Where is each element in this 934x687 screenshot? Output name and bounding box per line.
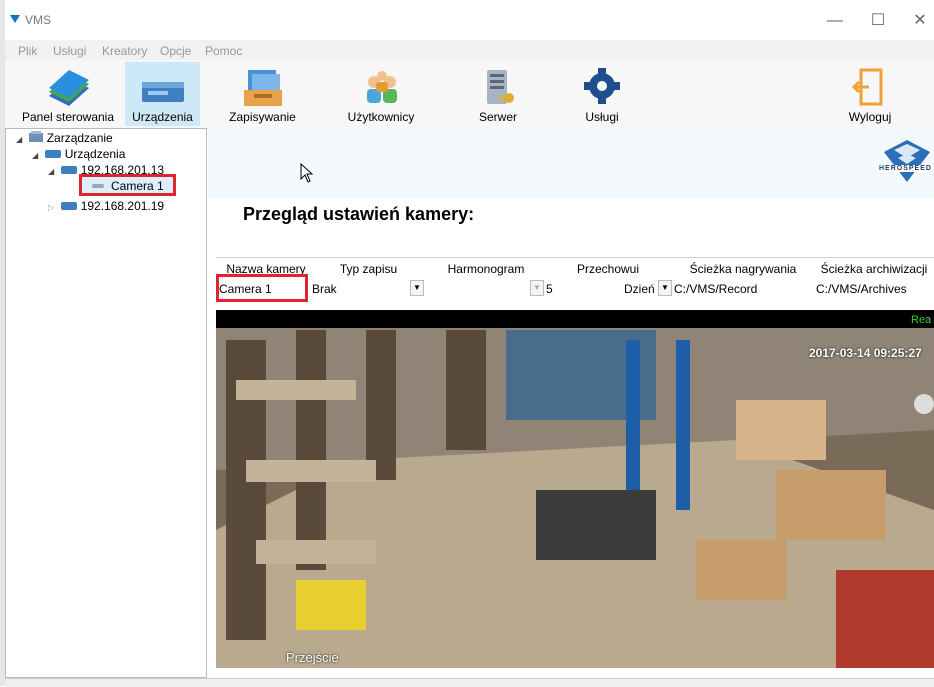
header-band [208,128,934,198]
camera-settings-grid: Nazwa kamery Typ zapisu Harmonogram Prze… [216,257,934,302]
toolbar-urzadzenia[interactable]: Urządzenia [125,62,200,126]
herospeed-logo-icon [884,140,930,182]
logout-button[interactable]: Wyloguj [840,62,900,126]
nvr-icon [61,202,78,210]
device-group-icon [45,150,62,158]
minimize-button[interactable]: — [815,6,855,36]
col-header-harmonogram[interactable]: Harmonogram [426,262,546,276]
toolbar-label: Serwer [478,110,517,124]
record-path-value[interactable]: C:/VMS/Record [674,282,757,296]
app-logo-icon [10,15,20,23]
tree-item-label: Zarządzanie [46,131,113,145]
tree-item-zarzadzanie[interactable]: ◢ Zarządzanie [16,131,113,145]
device-tree: ◢ Zarządzanie ◢ Urządzenia ◢ 192.168.201… [5,128,207,678]
expand-caret-icon[interactable]: ◢ [32,151,42,160]
tree-item-camera-1[interactable]: Camera 1 [79,174,176,196]
tree-item-label: Camera 1 [111,179,164,193]
camera-icon [92,184,104,188]
toolbar-label: Zapisywanie [229,110,296,124]
tree-item-urzadzenia[interactable]: ◢ Urządzenia [32,147,125,161]
collapsed-caret-icon[interactable]: ▷ [48,203,58,212]
toolbar-uslugi[interactable]: Usługi [567,62,637,126]
menu-pomoc[interactable]: Pomoc [205,44,242,58]
recording-storage-icon [243,70,282,106]
window-title: VMS [25,13,52,27]
retention-unit-value[interactable]: Dzień [624,282,655,296]
video-overlay-label: Przejście [286,650,339,665]
col-header-sciezka-archiwizacji[interactable]: Ścieżka archiwizacji [814,262,934,276]
management-icon [29,131,44,142]
section-title: Przegląd ustawień kamery: [243,204,475,224]
retention-unit-dropdown-icon[interactable]: ▼ [658,280,672,296]
schedule-dropdown-icon[interactable]: ▼ [530,280,544,296]
camera-name-value: Camera 1 [219,282,272,296]
menu-plik[interactable]: Plik [18,44,37,58]
toolbar-label: Wyloguj [848,110,892,124]
live-indicator: Rea [911,314,932,326]
menu-kreatory[interactable]: Kreatory [102,44,147,58]
books-icon [49,70,89,106]
video-timestamp: 2017-03-14 09:25:27 [809,346,922,360]
gear-icon [584,68,620,104]
toolbar-label: Usługi [585,110,619,124]
toolbar-uzytkownicy[interactable]: Użytkownicy [336,62,426,126]
toolbar-label: Panel sterowania [21,110,115,124]
toolbar-zapisywanie[interactable]: Zapisywanie [225,62,300,126]
retention-value[interactable]: 5 [546,282,553,296]
record-type-dropdown-icon[interactable]: ▼ [410,280,424,296]
record-type-value[interactable]: Brak [312,282,337,296]
expand-caret-icon[interactable]: ◢ [48,167,58,176]
title-bar [5,0,934,40]
expand-caret-icon[interactable]: ◢ [16,135,26,144]
nvr-icon [61,166,78,174]
close-button[interactable]: ✕ [900,6,934,36]
camera-frame-image [216,310,934,668]
archive-path-value[interactable]: C:/VMS/Archives [816,282,907,296]
menu-opcje[interactable]: Opcje [160,44,191,58]
mouse-cursor-icon [300,163,314,183]
maximize-button[interactable]: ☐ [858,6,898,36]
menu-uslugi[interactable]: Usługi [53,44,86,58]
toolbar-label: Użytkownicy [347,110,415,124]
server-key-icon [487,70,514,104]
tree-item-label: 192.168.201.19 [80,199,165,213]
toolbar-serwer[interactable]: Serwer [463,62,533,126]
col-header-przechowui[interactable]: Przechowui [548,262,668,276]
col-header-typ[interactable]: Typ zapisu [311,262,426,276]
col-header-sciezka-nagrywania[interactable]: Ścieżka nagrywania [672,262,814,276]
logout-door-icon [851,68,883,106]
tree-item-label: Urządzenia [64,147,126,161]
live-video-preview[interactable]: Rea 2017-03-14 09:25:27 Przejście [216,310,934,668]
users-icon [367,71,397,103]
tree-item-server-2[interactable]: ▷ 192.168.201.19 [48,199,164,213]
nvr-device-icon [141,82,184,102]
brand-text: HEROSPEED [877,165,934,172]
toolbar-label: Urządzenia [132,110,193,124]
toolbar-panel-sterowania[interactable]: Panel sterowania [18,62,118,126]
